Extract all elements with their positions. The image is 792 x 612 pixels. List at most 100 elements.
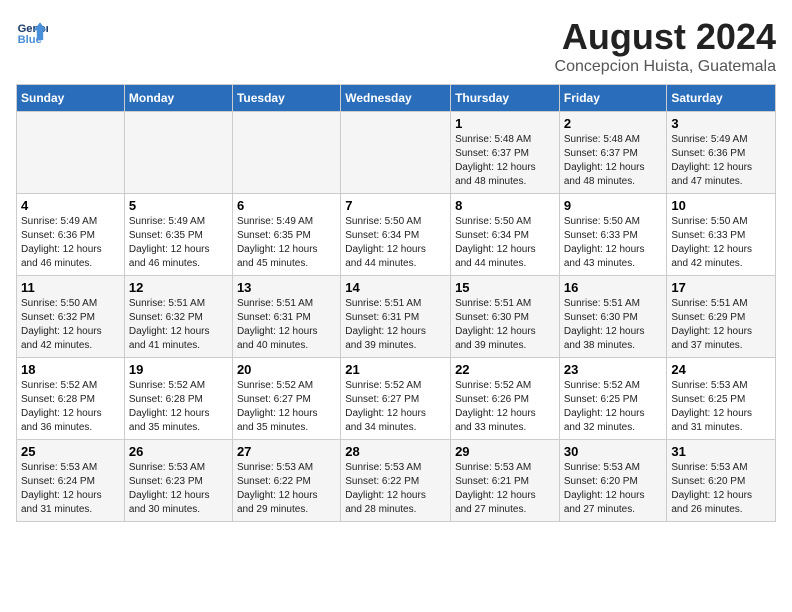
calendar-week-1: 1 Sunrise: 5:48 AM Sunset: 6:37 PM Daylig… <box>17 112 776 194</box>
day-info: Sunrise: 5:53 AM Sunset: 6:24 PM Dayligh… <box>21 461 120 517</box>
page-subtitle: Concepcion Huista, Guatemala <box>555 58 776 76</box>
day-number: 20 <box>237 362 336 377</box>
day-info: Sunrise: 5:52 AM Sunset: 6:25 PM Dayligh… <box>564 379 663 435</box>
calendar-cell <box>17 112 125 194</box>
day-info: Sunrise: 5:50 AM Sunset: 6:33 PM Dayligh… <box>564 215 663 271</box>
day-number: 25 <box>21 444 120 459</box>
day-info: Sunrise: 5:51 AM Sunset: 6:31 PM Dayligh… <box>237 297 336 353</box>
logo-icon: General Blue <box>16 16 48 48</box>
day-info: Sunrise: 5:52 AM Sunset: 6:27 PM Dayligh… <box>237 379 336 435</box>
day-info: Sunrise: 5:53 AM Sunset: 6:22 PM Dayligh… <box>345 461 446 517</box>
calendar-cell: 18 Sunrise: 5:52 AM Sunset: 6:28 PM Dayli… <box>17 358 125 440</box>
weekday-header-wednesday: Wednesday <box>341 85 451 112</box>
day-info: Sunrise: 5:52 AM Sunset: 6:26 PM Dayligh… <box>455 379 555 435</box>
day-number: 2 <box>564 116 663 131</box>
day-number: 19 <box>129 362 228 377</box>
weekday-header-monday: Monday <box>124 85 232 112</box>
day-number: 1 <box>455 116 555 131</box>
weekday-header-row: SundayMondayTuesdayWednesdayThursdayFrid… <box>17 85 776 112</box>
day-number: 28 <box>345 444 446 459</box>
day-info: Sunrise: 5:49 AM Sunset: 6:35 PM Dayligh… <box>237 215 336 271</box>
calendar-week-5: 25 Sunrise: 5:53 AM Sunset: 6:24 PM Dayli… <box>17 440 776 522</box>
weekday-header-friday: Friday <box>559 85 667 112</box>
calendar-cell: 4 Sunrise: 5:49 AM Sunset: 6:36 PM Daylig… <box>17 194 125 276</box>
calendar-table: SundayMondayTuesdayWednesdayThursdayFrid… <box>16 84 776 522</box>
calendar-cell: 19Sunrise: 5:52 AM Sunset: 6:28 PM Dayli… <box>124 358 232 440</box>
calendar-cell: 15 Sunrise: 5:51 AM Sunset: 6:30 PM Dayli… <box>451 276 560 358</box>
day-number: 11 <box>21 280 120 295</box>
day-number: 15 <box>455 280 555 295</box>
day-number: 3 <box>671 116 771 131</box>
calendar-cell: 8 Sunrise: 5:50 AM Sunset: 6:34 PM Daylig… <box>451 194 560 276</box>
calendar-cell: 17Sunrise: 5:51 AM Sunset: 6:29 PM Dayli… <box>667 276 776 358</box>
day-info: Sunrise: 5:53 AM Sunset: 6:25 PM Dayligh… <box>671 379 771 435</box>
day-info: Sunrise: 5:50 AM Sunset: 6:34 PM Dayligh… <box>455 215 555 271</box>
calendar-cell: 3 Sunrise: 5:49 AM Sunset: 6:36 PM Daylig… <box>667 112 776 194</box>
calendar-cell: 31Sunrise: 5:53 AM Sunset: 6:20 PM Dayli… <box>667 440 776 522</box>
day-info: Sunrise: 5:49 AM Sunset: 6:36 PM Dayligh… <box>21 215 120 271</box>
day-info: Sunrise: 5:53 AM Sunset: 6:22 PM Dayligh… <box>237 461 336 517</box>
calendar-cell: 2 Sunrise: 5:48 AM Sunset: 6:37 PM Daylig… <box>559 112 667 194</box>
day-info: Sunrise: 5:53 AM Sunset: 6:21 PM Dayligh… <box>455 461 555 517</box>
day-info: Sunrise: 5:52 AM Sunset: 6:27 PM Dayligh… <box>345 379 446 435</box>
calendar-cell: 20 Sunrise: 5:52 AM Sunset: 6:27 PM Dayli… <box>232 358 340 440</box>
day-number: 13 <box>237 280 336 295</box>
day-number: 16 <box>564 280 663 295</box>
day-number: 7 <box>345 198 446 213</box>
calendar-cell: 13 Sunrise: 5:51 AM Sunset: 6:31 PM Dayli… <box>232 276 340 358</box>
calendar-cell: 1 Sunrise: 5:48 AM Sunset: 6:37 PM Daylig… <box>451 112 560 194</box>
day-info: Sunrise: 5:50 AM Sunset: 6:33 PM Dayligh… <box>671 215 771 271</box>
calendar-week-3: 11Sunrise: 5:50 AM Sunset: 6:32 PM Dayli… <box>17 276 776 358</box>
calendar-cell: 25 Sunrise: 5:53 AM Sunset: 6:24 PM Dayli… <box>17 440 125 522</box>
calendar-week-2: 4 Sunrise: 5:49 AM Sunset: 6:36 PM Daylig… <box>17 194 776 276</box>
day-number: 12 <box>129 280 228 295</box>
calendar-cell: 10 Sunrise: 5:50 AM Sunset: 6:33 PM Dayli… <box>667 194 776 276</box>
weekday-header-saturday: Saturday <box>667 85 776 112</box>
calendar-week-4: 18 Sunrise: 5:52 AM Sunset: 6:28 PM Dayli… <box>17 358 776 440</box>
day-info: Sunrise: 5:51 AM Sunset: 6:32 PM Dayligh… <box>129 297 228 353</box>
day-info: Sunrise: 5:52 AM Sunset: 6:28 PM Dayligh… <box>21 379 120 435</box>
calendar-cell: 24Sunrise: 5:53 AM Sunset: 6:25 PM Dayli… <box>667 358 776 440</box>
day-number: 17 <box>671 280 771 295</box>
day-info: Sunrise: 5:51 AM Sunset: 6:31 PM Dayligh… <box>345 297 446 353</box>
calendar-cell <box>124 112 232 194</box>
day-number: 21 <box>345 362 446 377</box>
day-number: 8 <box>455 198 555 213</box>
day-number: 6 <box>237 198 336 213</box>
calendar-cell: 21 Sunrise: 5:52 AM Sunset: 6:27 PM Dayli… <box>341 358 451 440</box>
calendar-cell: 30 Sunrise: 5:53 AM Sunset: 6:20 PM Dayli… <box>559 440 667 522</box>
day-info: Sunrise: 5:53 AM Sunset: 6:20 PM Dayligh… <box>564 461 663 517</box>
day-number: 26 <box>129 444 228 459</box>
calendar-body: 1 Sunrise: 5:48 AM Sunset: 6:37 PM Daylig… <box>17 112 776 522</box>
day-info: Sunrise: 5:53 AM Sunset: 6:23 PM Dayligh… <box>129 461 228 517</box>
calendar-cell: 16Sunrise: 5:51 AM Sunset: 6:30 PM Dayli… <box>559 276 667 358</box>
weekday-header-thursday: Thursday <box>451 85 560 112</box>
day-number: 10 <box>671 198 771 213</box>
calendar-cell: 22Sunrise: 5:52 AM Sunset: 6:26 PM Dayli… <box>451 358 560 440</box>
day-info: Sunrise: 5:51 AM Sunset: 6:30 PM Dayligh… <box>455 297 555 353</box>
day-info: Sunrise: 5:48 AM Sunset: 6:37 PM Dayligh… <box>564 133 663 189</box>
day-info: Sunrise: 5:50 AM Sunset: 6:34 PM Dayligh… <box>345 215 446 271</box>
calendar-cell: 5Sunrise: 5:49 AM Sunset: 6:35 PM Daylig… <box>124 194 232 276</box>
calendar-cell: 14 Sunrise: 5:51 AM Sunset: 6:31 PM Dayli… <box>341 276 451 358</box>
day-number: 4 <box>21 198 120 213</box>
day-number: 23 <box>564 362 663 377</box>
calendar-cell: 6 Sunrise: 5:49 AM Sunset: 6:35 PM Daylig… <box>232 194 340 276</box>
day-info: Sunrise: 5:53 AM Sunset: 6:20 PM Dayligh… <box>671 461 771 517</box>
calendar-cell: 29 Sunrise: 5:53 AM Sunset: 6:21 PM Dayli… <box>451 440 560 522</box>
calendar-cell <box>341 112 451 194</box>
calendar-cell: 9Sunrise: 5:50 AM Sunset: 6:33 PM Daylig… <box>559 194 667 276</box>
day-info: Sunrise: 5:49 AM Sunset: 6:36 PM Dayligh… <box>671 133 771 189</box>
calendar-cell: 28 Sunrise: 5:53 AM Sunset: 6:22 PM Dayli… <box>341 440 451 522</box>
day-number: 29 <box>455 444 555 459</box>
logo: General Blue <box>16 16 48 48</box>
calendar-cell: 11Sunrise: 5:50 AM Sunset: 6:32 PM Dayli… <box>17 276 125 358</box>
day-info: Sunrise: 5:48 AM Sunset: 6:37 PM Dayligh… <box>455 133 555 189</box>
day-number: 30 <box>564 444 663 459</box>
day-number: 14 <box>345 280 446 295</box>
calendar-cell: 7 Sunrise: 5:50 AM Sunset: 6:34 PM Daylig… <box>341 194 451 276</box>
header: General Blue August 2024 Concepcion Huis… <box>16 16 776 76</box>
calendar-cell: 12 Sunrise: 5:51 AM Sunset: 6:32 PM Dayli… <box>124 276 232 358</box>
title-area: August 2024 Concepcion Huista, Guatemala <box>555 16 776 76</box>
day-number: 18 <box>21 362 120 377</box>
